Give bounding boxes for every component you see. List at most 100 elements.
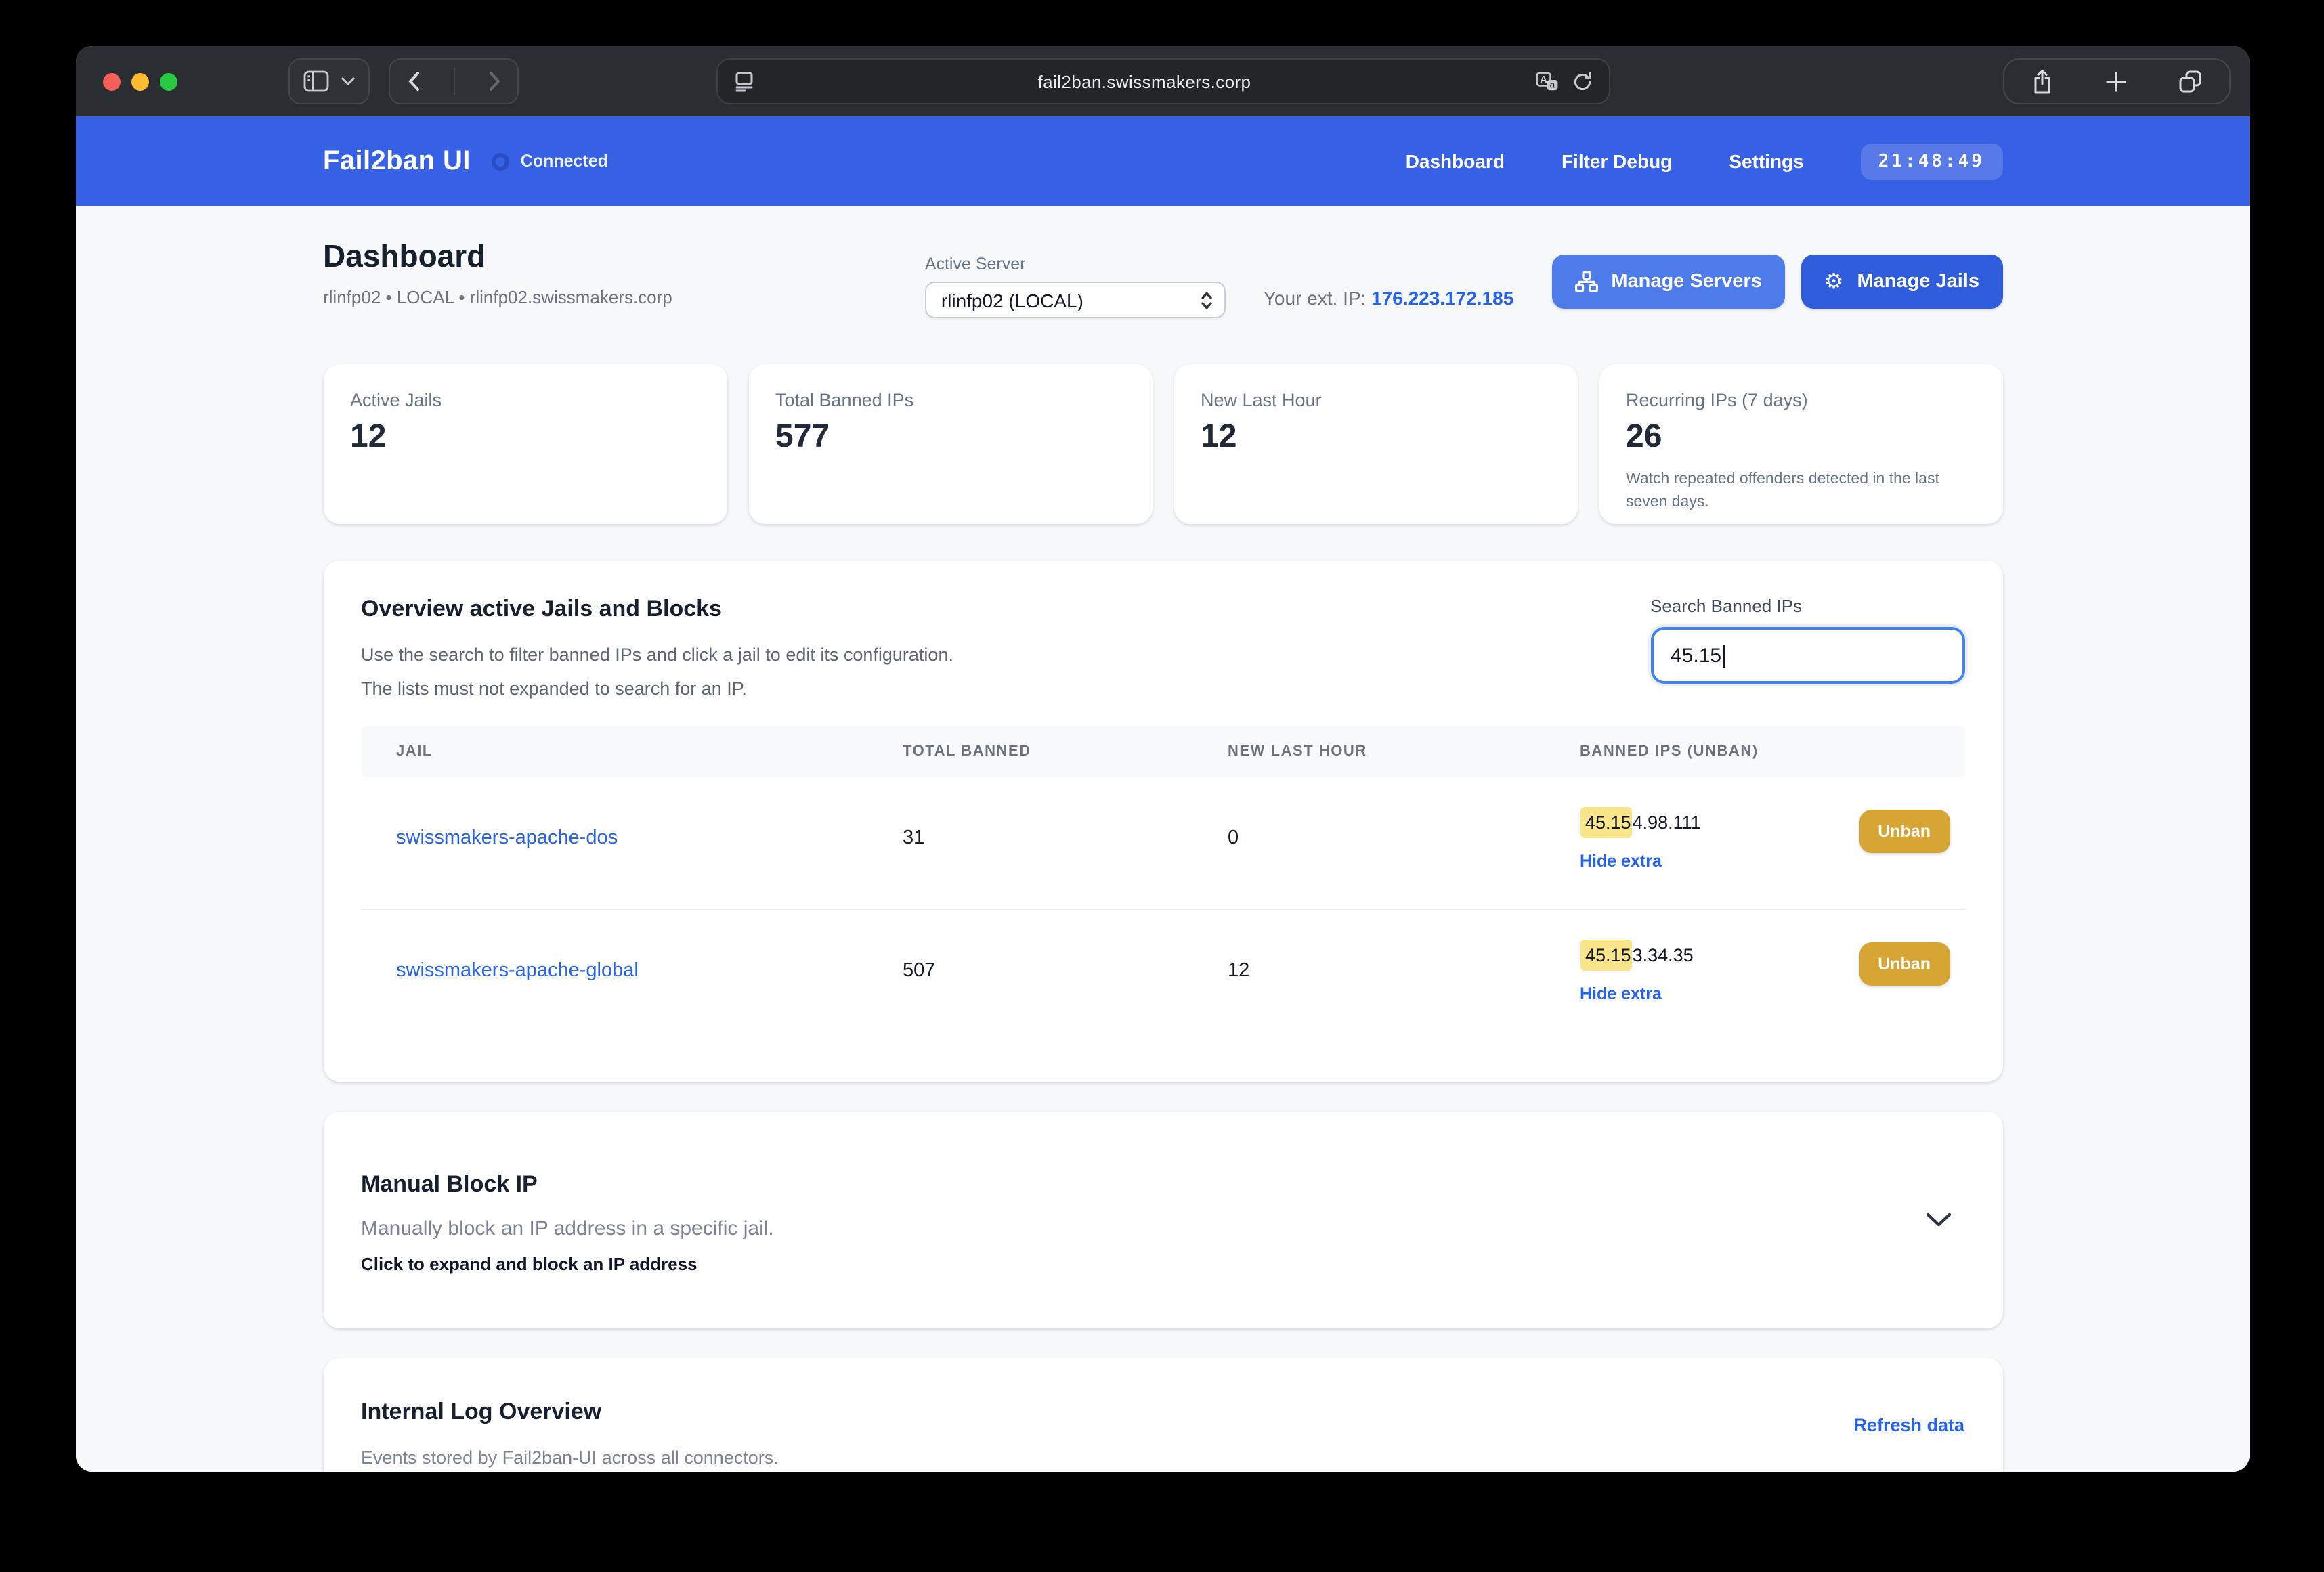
external-ip: Your ext. IP: 176.223.172.185	[1264, 287, 1514, 309]
page-title: Dashboard	[323, 238, 486, 274]
browser-titlebar: fail2ban.swissmakers.corp A a	[76, 46, 2250, 116]
search-label: Search Banned IPs	[1650, 596, 1803, 616]
stat-value: 577	[775, 418, 830, 455]
address-bar[interactable]: fail2ban.swissmakers.corp A a	[716, 58, 1610, 104]
ip-rest: 3.34.35	[1632, 945, 1694, 965]
header-clock: 21:48:49	[1860, 143, 2002, 179]
stat-label: New Last Hour	[1201, 390, 1322, 410]
overview-description-2: The lists must not expanded to search fo…	[361, 678, 747, 699]
manage-jails-label: Manage Jails	[1857, 271, 1979, 292]
sidebar-chevron-down-icon[interactable]	[341, 77, 355, 85]
history-nav-group	[389, 58, 519, 104]
top-navigation: Dashboard Filter Debug Settings 21:48:49	[1406, 143, 2002, 179]
unban-button[interactable]: Unban	[1859, 810, 1950, 853]
page-title-block: Dashboard rlinfp02 • LOCAL • rlinfp02.sw…	[323, 238, 672, 307]
svg-text:A: A	[1539, 73, 1547, 85]
stat-label: Recurring IPs (7 days)	[1626, 390, 1808, 410]
svg-text:a: a	[1549, 79, 1555, 89]
translate-icon[interactable]: A a	[1535, 71, 1558, 91]
overview-text-block: Overview active Jails and Blocks Use the…	[361, 596, 953, 699]
forward-button[interactable]	[488, 72, 500, 91]
page-format-icon[interactable]	[733, 71, 754, 91]
internal-log-card: Internal Log Overview Refresh data Event…	[323, 1358, 2002, 1472]
manual-block-title: Manual Block IP	[361, 1171, 538, 1197]
active-server-group: Active Server rlinfp02 (LOCAL)	[924, 255, 1226, 318]
toolbar-right-group	[2003, 58, 2231, 104]
col-jail: JAIL	[396, 743, 433, 760]
fullscreen-window-button[interactable]	[160, 72, 177, 90]
total-banned-value: 31	[903, 827, 925, 849]
total-banned-value: 507	[903, 960, 936, 982]
status-label: Connected	[520, 152, 608, 171]
nav-dashboard[interactable]: Dashboard	[1406, 150, 1505, 172]
new-last-hour-value: 12	[1228, 960, 1250, 982]
stat-note: Watch repeated offenders detected in the…	[1626, 471, 1939, 510]
hide-extra-link[interactable]: Hide extra	[1580, 984, 1662, 1003]
gear-icon: ⚙	[1824, 268, 1844, 294]
search-block: Search Banned IPs 45.15	[1650, 596, 1964, 684]
stat-label: Total Banned IPs	[775, 390, 914, 410]
new-last-hour-value: 0	[1228, 827, 1239, 849]
banned-ip: 45.15 4.98.111	[1580, 807, 1844, 838]
active-server-value: rlinfp02 (LOCAL)	[941, 289, 1083, 311]
active-server-select[interactable]: rlinfp02 (LOCAL)	[924, 282, 1226, 318]
ip-rest: 4.98.111	[1632, 812, 1701, 833]
table-header-row: JAIL TOTAL BANNED NEW LAST HOUR BANNED I…	[361, 726, 1964, 777]
hide-extra-link[interactable]: Hide extra	[1580, 852, 1662, 871]
stat-card-active-jails: Active Jails 12	[323, 364, 727, 524]
status-ring-icon	[492, 152, 510, 170]
search-banned-ips-input[interactable]: 45.15	[1650, 627, 1964, 684]
sidebar-icon[interactable]	[303, 70, 329, 92]
stat-value: 12	[350, 418, 387, 455]
overview-title: Overview active Jails and Blocks	[361, 596, 722, 621]
nav-filter-debug[interactable]: Filter Debug	[1562, 150, 1672, 172]
jail-link[interactable]: swissmakers-apache-global	[396, 960, 639, 982]
jail-link[interactable]: swissmakers-apache-dos	[396, 827, 618, 849]
page-subtitle: rlinfp02 • LOCAL • rlinfp02.swissmakers.…	[323, 287, 672, 307]
share-icon[interactable]	[2031, 68, 2052, 94]
manage-jails-button[interactable]: ⚙ Manage Jails	[1801, 255, 2002, 309]
app-header: Fail2ban UI Connected Dashboard Filter D…	[76, 116, 2250, 206]
manage-servers-button[interactable]: Manage Servers	[1551, 255, 1785, 309]
page-head: Dashboard rlinfp02 • LOCAL • rlinfp02.sw…	[323, 238, 2002, 318]
back-button[interactable]	[407, 72, 419, 91]
banned-ip: 45.15 3.34.35	[1580, 940, 1844, 971]
table-row: swissmakers-apache-global 507 12 45.15 3.…	[361, 910, 1964, 1041]
manual-block-hint: Click to expand and block an IP address	[361, 1254, 697, 1274]
new-tab-icon[interactable]	[2106, 71, 2126, 91]
browser-window: fail2ban.swissmakers.corp A a Fail2ban U…	[76, 46, 2250, 1472]
reload-icon[interactable]	[1572, 71, 1592, 91]
window-controls	[103, 72, 177, 90]
page-content: Dashboard rlinfp02 • LOCAL • rlinfp02.sw…	[76, 206, 2250, 1472]
stat-value: 12	[1201, 418, 1237, 455]
refresh-data-link[interactable]: Refresh data	[1853, 1415, 1964, 1435]
sidebar-toggle-group[interactable]	[288, 58, 370, 104]
expand-chevron-down-icon[interactable]	[1925, 1213, 1951, 1227]
active-server-label: Active Server	[924, 255, 1026, 274]
jails-table: JAIL TOTAL BANNED NEW LAST HOUR BANNED I…	[361, 726, 1964, 1041]
external-ip-label: Your ext. IP:	[1263, 287, 1372, 309]
manual-block-card[interactable]: Manual Block IP Manually block an IP add…	[323, 1112, 2002, 1328]
nav-divider	[453, 68, 454, 95]
internal-log-subtitle: Events stored by Fail2ban-UI across all …	[361, 1447, 779, 1468]
col-new-last-hour: NEW LAST HOUR	[1228, 743, 1367, 760]
stat-value: 26	[1626, 418, 1662, 455]
tab-overview-icon[interactable]	[2180, 70, 2203, 93]
unban-button[interactable]: Unban	[1859, 942, 1950, 986]
ip-highlight: 45.15	[1580, 807, 1633, 838]
sitemap-icon	[1574, 271, 1598, 292]
stat-label: Active Jails	[350, 390, 442, 410]
stat-card-new-last-hour: New Last Hour 12	[1174, 364, 1577, 524]
app-brand: Fail2ban UI	[323, 146, 471, 175]
connection-status: Connected	[492, 152, 608, 171]
col-total-banned: TOTAL BANNED	[903, 743, 1031, 760]
close-window-button[interactable]	[103, 72, 121, 90]
minimize-window-button[interactable]	[131, 72, 149, 90]
stat-card-total-banned: Total Banned IPs 577	[748, 364, 1152, 524]
select-stepper-icon	[1200, 290, 1213, 309]
nav-settings[interactable]: Settings	[1729, 150, 1803, 172]
banned-ips-cell: 45.15 4.98.111 Hide extra	[1580, 807, 1844, 873]
page-controls: Active Server rlinfp02 (LOCAL) Your ext.…	[924, 255, 2002, 318]
text-caret	[1723, 644, 1725, 667]
search-value: 45.15	[1671, 644, 1722, 667]
